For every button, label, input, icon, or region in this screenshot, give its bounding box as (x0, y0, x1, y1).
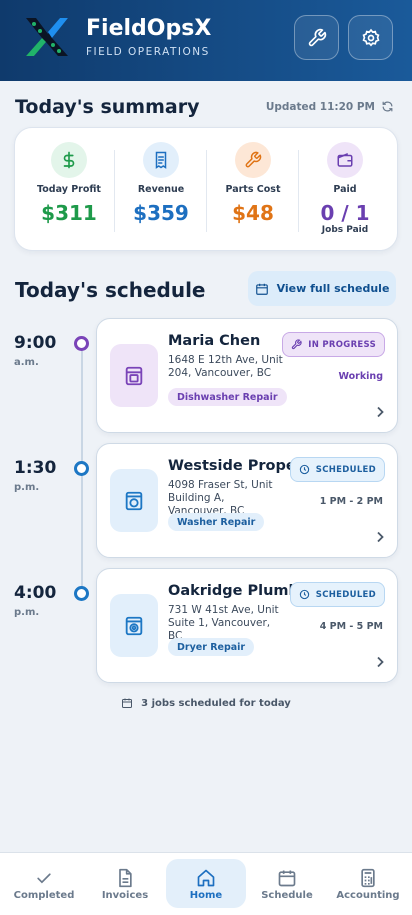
job-time: 1:30 (14, 458, 57, 478)
stat-value: 0 / 1 (320, 201, 370, 225)
view-full-schedule-button[interactable]: View full schedule (248, 271, 396, 306)
wallet-icon (327, 142, 363, 178)
stat-parts-cost: Parts Cost $48 (207, 128, 299, 252)
job-ampm: p.m. (14, 607, 40, 618)
status-label: SCHEDULED (315, 464, 376, 475)
wrench-icon (235, 142, 271, 178)
stat-today-profit: Today Profit $311 (23, 128, 115, 252)
status-badge: SCHEDULED (289, 582, 385, 607)
nav-label: Completed (13, 890, 75, 901)
job-ampm: p.m. (14, 482, 40, 493)
status-detail: Working (338, 371, 384, 382)
app-logo (26, 18, 68, 56)
nav-label: Schedule (261, 890, 313, 901)
stat-paid: Paid 0 / 1 Jobs Paid (299, 128, 391, 252)
stat-label: Revenue (137, 184, 185, 195)
stat-label: Parts Cost (225, 184, 281, 195)
chevron-right-icon (377, 656, 384, 668)
calculator-icon (361, 868, 375, 888)
status-badge: SCHEDULED (289, 457, 385, 482)
updated-label: Updated 11:20 PM (265, 100, 375, 113)
clock-icon (299, 589, 309, 600)
status-detail: 1 PM - 2 PM (319, 496, 383, 507)
status-detail: 4 PM - 5 PM (319, 621, 383, 632)
receipt-icon (143, 142, 179, 178)
settings-gear-icon (362, 28, 379, 47)
schedule-title: Today's schedule (15, 278, 206, 302)
chevron-right-icon (377, 531, 384, 543)
nav-item-home[interactable]: Home (165, 853, 247, 915)
refresh-icon[interactable] (381, 100, 394, 113)
check-icon (37, 873, 51, 884)
job-time: 9:00 (14, 333, 57, 353)
status-label: IN PROGRESS (308, 339, 376, 350)
home-icon (197, 869, 215, 887)
washer-icon (110, 469, 158, 532)
nav-item-completed[interactable]: Completed (3, 853, 85, 915)
job-type-tag: Dryer Repair (168, 638, 255, 656)
stat-value: $311 (41, 201, 97, 225)
nav-label: Invoices (101, 890, 149, 901)
stat-value: $48 (232, 201, 274, 225)
job-address: 1648 E 12th Ave, Unit 204, Vancouver, BC (168, 354, 283, 379)
nav-item-invoices[interactable]: Invoices (84, 853, 166, 915)
tools-button[interactable] (294, 15, 339, 60)
job-customer-name: Westside Properties (168, 458, 301, 474)
summary-card: Today Profit $311 Revenue $359 Parts Cos… (14, 127, 398, 251)
timeline-dot (74, 336, 89, 351)
wrench-icon (308, 28, 326, 46)
calendar-icon (278, 870, 296, 887)
clock-icon (299, 464, 309, 475)
stat-sub: Jobs Paid (321, 225, 369, 235)
job-time: 4:00 (14, 583, 57, 603)
nav-item-accounting[interactable]: Accounting (327, 853, 409, 915)
job-customer-name: Oakridge Plumbing (168, 583, 301, 599)
status-badge: IN PROGRESS (282, 332, 385, 357)
stat-label: Paid (333, 184, 357, 195)
status-label: SCHEDULED (315, 589, 376, 600)
job-card[interactable]: Maria Chen 1648 E 12th Ave, Unit 204, Va… (96, 318, 398, 433)
summary-title: Today's summary (15, 96, 200, 118)
bottom-nav: Completed Invoices Home Schedule Account… (0, 852, 412, 915)
dollar-icon (51, 142, 87, 178)
jobs-count-note: 3 jobs scheduled for today (0, 697, 412, 709)
dryer-icon (110, 594, 158, 657)
nav-label: Accounting (336, 890, 400, 901)
job-card[interactable]: Oakridge Plumbing 731 W 41st Ave, Unit S… (96, 568, 398, 683)
timeline-dot (74, 461, 89, 476)
document-icon (119, 868, 132, 888)
stat-label: Today Profit (37, 184, 101, 195)
job-ampm: a.m. (14, 357, 39, 368)
timeline-dot (74, 586, 89, 601)
app-subtitle: FIELD OPERATIONS (86, 46, 210, 58)
nav-label: Home (189, 890, 223, 901)
wrench-icon (292, 339, 302, 350)
chevron-right-icon (377, 406, 384, 418)
view-full-schedule-label: View full schedule (276, 282, 390, 295)
job-card[interactable]: Westside Properties 4098 Fraser St, Unit… (96, 443, 398, 558)
job-type-tag: Dishwasher Repair (168, 388, 287, 406)
settings-button[interactable] (348, 15, 393, 60)
updated-status[interactable]: Updated 11:20 PM (266, 100, 394, 113)
stat-value: $359 (133, 201, 189, 225)
jobs-count-label: 3 jobs scheduled for today (141, 697, 291, 709)
nav-item-schedule[interactable]: Schedule (246, 853, 328, 915)
job-type-tag: Washer Repair (168, 513, 265, 531)
stat-revenue: Revenue $359 (115, 128, 207, 252)
calendar-icon (255, 283, 268, 295)
app-header: FieldOpsX FIELD OPERATIONS (0, 0, 412, 81)
app-title: FieldOpsX (86, 16, 212, 41)
dishwasher-icon (110, 344, 158, 407)
calendar-icon (122, 698, 133, 708)
job-customer-name: Maria Chen (168, 333, 261, 349)
